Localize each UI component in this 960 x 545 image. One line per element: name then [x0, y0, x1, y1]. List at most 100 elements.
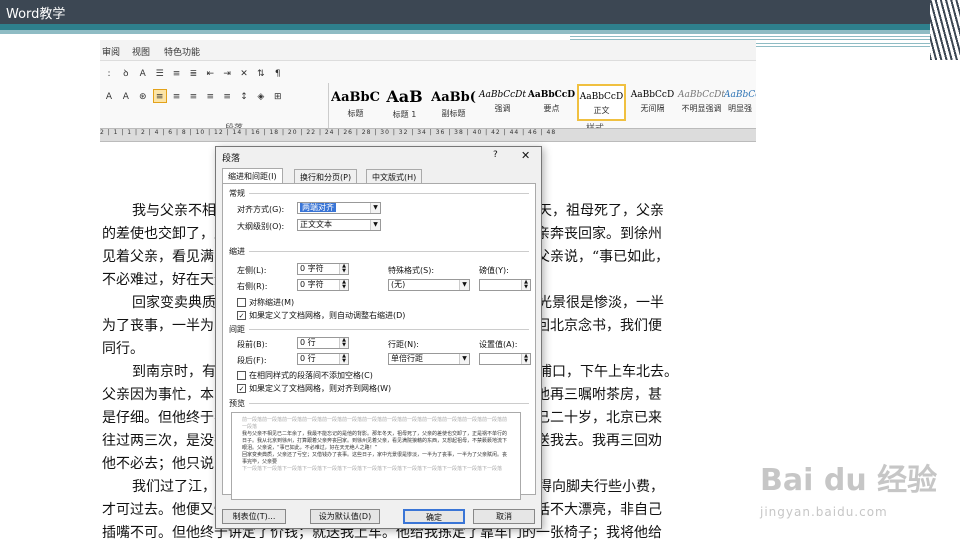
- ruler-marks: 2 | 1 | 1 | 2 | 4 | 6 | 8 | 10 | 12 | 14…: [100, 129, 557, 136]
- chevron-down-icon: ▼: [459, 280, 469, 290]
- alignment-select[interactable]: 两端对齐 ▼: [297, 202, 381, 214]
- increase-indent-icon[interactable]: ⇥: [220, 67, 234, 81]
- spinner-arrows-icon: ▲ ▼: [339, 264, 348, 274]
- indent-by-label: 磅值(Y):: [479, 266, 509, 275]
- alignment-label: 对齐方式(G):: [237, 205, 285, 214]
- special-indent-select[interactable]: (无) ▼: [388, 279, 470, 291]
- borders-icon[interactable]: ⊞: [271, 90, 285, 104]
- space-after-spinner[interactable]: 0 行 ▲ ▼: [297, 353, 349, 365]
- preview-current-paragraph: 我与父亲不相见已二年余了，我最不能忘记的是他的背影。那年冬天，祖母死了，父亲的差…: [242, 431, 508, 451]
- char-border-icon[interactable]: A: [136, 67, 150, 81]
- section-preview: 预览: [229, 399, 245, 408]
- slide-corner-pattern: [930, 0, 960, 60]
- justify-icon[interactable]: ≡: [203, 90, 217, 104]
- font-color-icon[interactable]: A: [102, 90, 116, 104]
- snap-to-grid-checkbox[interactable]: ✓ 如果定义了文档网格，则对齐到网格(W): [237, 383, 391, 394]
- style-subtitle[interactable]: AaBb(副标题: [429, 84, 478, 121]
- decrease-indent-icon[interactable]: ⇤: [203, 67, 217, 81]
- clear-format-icon[interactable]: ꞉: [102, 67, 116, 81]
- style-no-spacing[interactable]: AaBbCcD 无间隔: [628, 84, 677, 121]
- style-emphasis[interactable]: AaBbCcDt 强调: [478, 84, 527, 121]
- section-indent: 缩进: [229, 247, 245, 256]
- help-icon[interactable]: ?: [493, 150, 498, 160]
- tab-special[interactable]: 特色功能: [164, 45, 200, 58]
- outline-level-select[interactable]: 正文文本 ▼: [297, 219, 381, 231]
- style-subtle-emphasis[interactable]: AaBbCcDt 不明显强调: [677, 84, 726, 121]
- distributed-icon[interactable]: ≡: [220, 90, 234, 104]
- style-heading1[interactable]: AaB 标题 1: [380, 84, 429, 121]
- spinner-arrows-icon: ▲ ▼: [339, 338, 348, 348]
- chinese-layout-icon[interactable]: ✕: [237, 67, 251, 81]
- spacing-at-label: 设置值(A):: [479, 340, 518, 349]
- enclose-char-icon[interactable]: ⊛: [136, 90, 150, 104]
- tab-view[interactable]: 视图: [132, 45, 150, 58]
- word-ribbon-area: 审阅 视图 特色功能 ꞉ ꝺ A ☰ ≡ ≣ ⇤ ⇥ ✕ ⇅ ¶ A A ⊛ ≡…: [100, 40, 756, 142]
- chevron-down-icon: ▼: [459, 354, 469, 364]
- preview-next-paragraph: 下一段落下一段落下一段落下一段落下一段落下一段落下一段落下一段落下一段落下一段落…: [242, 466, 503, 472]
- ribbon-tab-row: 审阅 视图 特色功能: [100, 40, 756, 60]
- no-space-same-style-checkbox[interactable]: 在相同样式的段落间不添加空格(C): [237, 370, 373, 381]
- spinner-arrows-icon: ▲ ▼: [521, 354, 530, 364]
- tab-asian-typography[interactable]: 中文版式(H): [366, 169, 423, 184]
- section-divider: [249, 403, 529, 404]
- sort-icon[interactable]: ⇅: [254, 67, 268, 81]
- left-indent-spinner[interactable]: 0 字符 ▲ ▼: [297, 263, 349, 275]
- horizontal-ruler[interactable]: 2 | 1 | 1 | 2 | 4 | 6 | 8 | 10 | 12 | 14…: [100, 128, 756, 142]
- set-default-button[interactable]: 设为默认值(D): [310, 509, 380, 524]
- spacing-at-spinner[interactable]: ▲ ▼: [479, 353, 531, 365]
- line-spacing-icon[interactable]: ↕: [237, 90, 251, 104]
- char-shading-icon[interactable]: A: [119, 90, 133, 104]
- font-toolbar-row2: A A ⊛ ≡ ≡ ≡ ≡ ≡ ↕ ◈ ⊞: [102, 89, 285, 104]
- phonetic-icon[interactable]: ꝺ: [119, 67, 133, 81]
- align-left-icon[interactable]: ≡: [152, 89, 167, 103]
- style-intense-emphasis[interactable]: AaBbCcDt明显强: [724, 84, 756, 121]
- watermark-url: jingyan.baidu.com: [760, 505, 888, 519]
- bullets-icon[interactable]: ☰: [153, 67, 167, 81]
- space-before-spinner[interactable]: 0 行 ▲ ▼: [297, 337, 349, 349]
- checkmark-icon: ✓: [237, 384, 246, 393]
- ok-button[interactable]: 确定: [403, 509, 465, 524]
- outline-level-label: 大纲级别(O):: [237, 222, 285, 231]
- checkbox-unchecked-icon: [237, 371, 246, 380]
- close-icon[interactable]: ✕: [521, 149, 530, 162]
- indent-by-spinner[interactable]: ▲ ▼: [479, 279, 531, 291]
- style-normal[interactable]: AaBbCcD 正文: [577, 84, 626, 121]
- shading-icon[interactable]: ◈: [254, 90, 268, 104]
- mirror-indents-checkbox[interactable]: 对称缩进(M): [237, 297, 294, 308]
- tab-review[interactable]: 审阅: [102, 45, 120, 58]
- multilevel-list-icon[interactable]: ≣: [186, 67, 200, 81]
- section-divider: [249, 193, 529, 194]
- checkmark-icon: ✓: [237, 311, 246, 320]
- tabs-button[interactable]: 制表位(T)...: [222, 509, 286, 524]
- line-spacing-select[interactable]: 单倍行距 ▼: [388, 353, 470, 365]
- font-toolbar-row1: ꞉ ꝺ A ☰ ≡ ≣ ⇤ ⇥ ✕ ⇅ ¶: [102, 67, 285, 81]
- watermark-brand: Bai du 经验: [760, 463, 938, 498]
- align-right-icon[interactable]: ≡: [186, 90, 200, 104]
- right-indent-spinner[interactable]: 0 字符 ▲ ▼: [297, 279, 349, 291]
- baidu-watermark: Bai du 经验 jingyan.baidu.com: [730, 455, 940, 525]
- special-indent-label: 特殊格式(S):: [388, 266, 435, 275]
- spinner-arrows-icon: ▲ ▼: [339, 354, 348, 364]
- right-indent-label: 右侧(R):: [237, 282, 268, 291]
- cancel-button[interactable]: 取消: [473, 509, 535, 524]
- section-divider: [249, 329, 529, 330]
- paragraph-dialog: 段落 ? ✕ 缩进和间距(I) 换行和分页(P) 中文版式(H) 常规 对齐方式…: [215, 146, 542, 529]
- ribbon-divider: [328, 83, 329, 131]
- tab-indents-spacing[interactable]: 缩进和间距(I): [222, 168, 283, 184]
- chevron-down-icon: ▼: [370, 220, 380, 230]
- auto-adjust-right-indent-checkbox[interactable]: ✓ 如果定义了文档网格，则自动调整右缩进(D): [237, 310, 405, 321]
- checkbox-unchecked-icon: [237, 298, 246, 307]
- align-center-icon[interactable]: ≡: [170, 90, 184, 104]
- spinner-arrows-icon: ▲ ▼: [521, 280, 530, 290]
- chevron-down-icon: ▼: [370, 203, 380, 213]
- left-indent-label: 左侧(L):: [237, 266, 267, 275]
- tab-line-page-breaks[interactable]: 换行和分页(P): [294, 169, 358, 184]
- space-after-label: 段后(F):: [237, 356, 267, 365]
- numbering-icon[interactable]: ≡: [170, 67, 184, 81]
- style-title[interactable]: AaBbC(标题: [331, 84, 380, 121]
- slide-title: Word教学: [6, 7, 66, 22]
- show-marks-icon[interactable]: ¶: [271, 67, 285, 81]
- line-spacing-label: 行距(N):: [388, 340, 419, 349]
- ribbon: ꞉ ꝺ A ☰ ≡ ≣ ⇤ ⇥ ✕ ⇅ ¶ A A ⊛ ≡ ≡ ≡ ≡ ≡ ↕ …: [100, 60, 756, 136]
- style-strong[interactable]: AaBbCcD 要点: [527, 84, 576, 121]
